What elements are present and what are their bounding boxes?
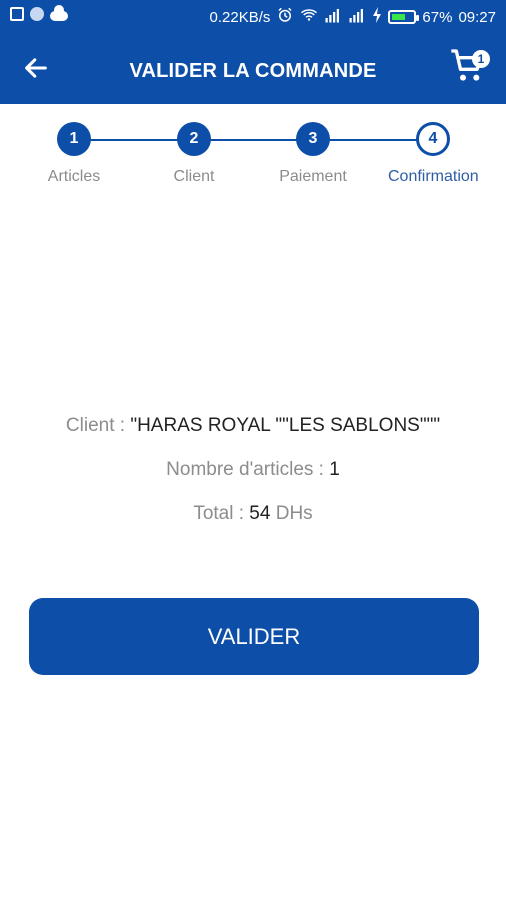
step-label: Paiement	[279, 168, 347, 185]
order-summary: Client : "HARAS ROYAL ""LES SABLONS""" N…	[0, 408, 506, 540]
step-articles[interactable]: 1 Articles	[34, 122, 114, 186]
step-number: 2	[177, 122, 211, 156]
charging-icon	[372, 7, 382, 27]
step-label: Client	[173, 168, 215, 185]
network-speed: 0.22KB/s	[209, 8, 271, 26]
cloud-icon	[50, 5, 68, 21]
cart-button[interactable]: 1	[448, 46, 492, 90]
stepper-line	[73, 139, 433, 141]
client-row: Client : "HARAS ROYAL ""LES SABLONS"""	[0, 408, 506, 452]
client-value: "HARAS ROYAL ""LES SABLONS"""	[130, 415, 441, 436]
step-client[interactable]: 2 Client	[154, 122, 234, 186]
total-label: Total :	[193, 503, 250, 524]
page-title: VALIDER LA COMMANDE	[129, 60, 377, 82]
total-currency: DHs	[270, 503, 313, 524]
shopping-cart-icon	[448, 49, 488, 90]
circle-icon	[30, 7, 44, 21]
status-bar: 0.22KB/s 67% 09:27	[0, 0, 506, 32]
validate-button-label: VALIDER	[207, 623, 301, 649]
step-number: 1	[57, 122, 91, 156]
cart-count-badge: 1	[472, 50, 490, 68]
clock-time: 09:27	[458, 8, 496, 26]
articles-label: Nombre d'articles :	[166, 459, 330, 480]
order-stepper: 1 Articles 2 Client 3 Paiement 4 Confirm…	[0, 116, 506, 200]
status-right: 0.22KB/s 67% 09:27	[210, 6, 496, 28]
battery-percent: 67%	[422, 8, 453, 26]
status-left-icons	[10, 5, 68, 21]
step-number: 4	[416, 122, 450, 156]
client-label: Client :	[65, 415, 131, 436]
step-label: Articles	[47, 168, 101, 185]
step-paiement[interactable]: 3 Paiement	[273, 122, 353, 186]
total-value: 54	[249, 503, 271, 524]
total-row: Total : 54 DHs	[0, 496, 506, 540]
signal-icon	[324, 7, 342, 27]
alarm-icon	[276, 6, 294, 28]
signal-icon-2	[348, 7, 366, 27]
app-header: 0.22KB/s 67% 09:27 VALIDER LA COMMANDE 1	[0, 0, 506, 104]
articles-row: Nombre d'articles : 1	[0, 452, 506, 496]
step-confirmation[interactable]: 4 Confirmation	[388, 122, 479, 186]
image-icon	[10, 7, 24, 21]
wifi-icon	[300, 6, 318, 28]
step-label: Confirmation	[388, 168, 479, 185]
step-number: 3	[296, 122, 330, 156]
articles-value: 1	[329, 459, 340, 480]
app-bar: VALIDER LA COMMANDE 1	[0, 32, 506, 104]
validate-button[interactable]: VALIDER	[29, 598, 479, 675]
battery-icon	[388, 10, 420, 24]
